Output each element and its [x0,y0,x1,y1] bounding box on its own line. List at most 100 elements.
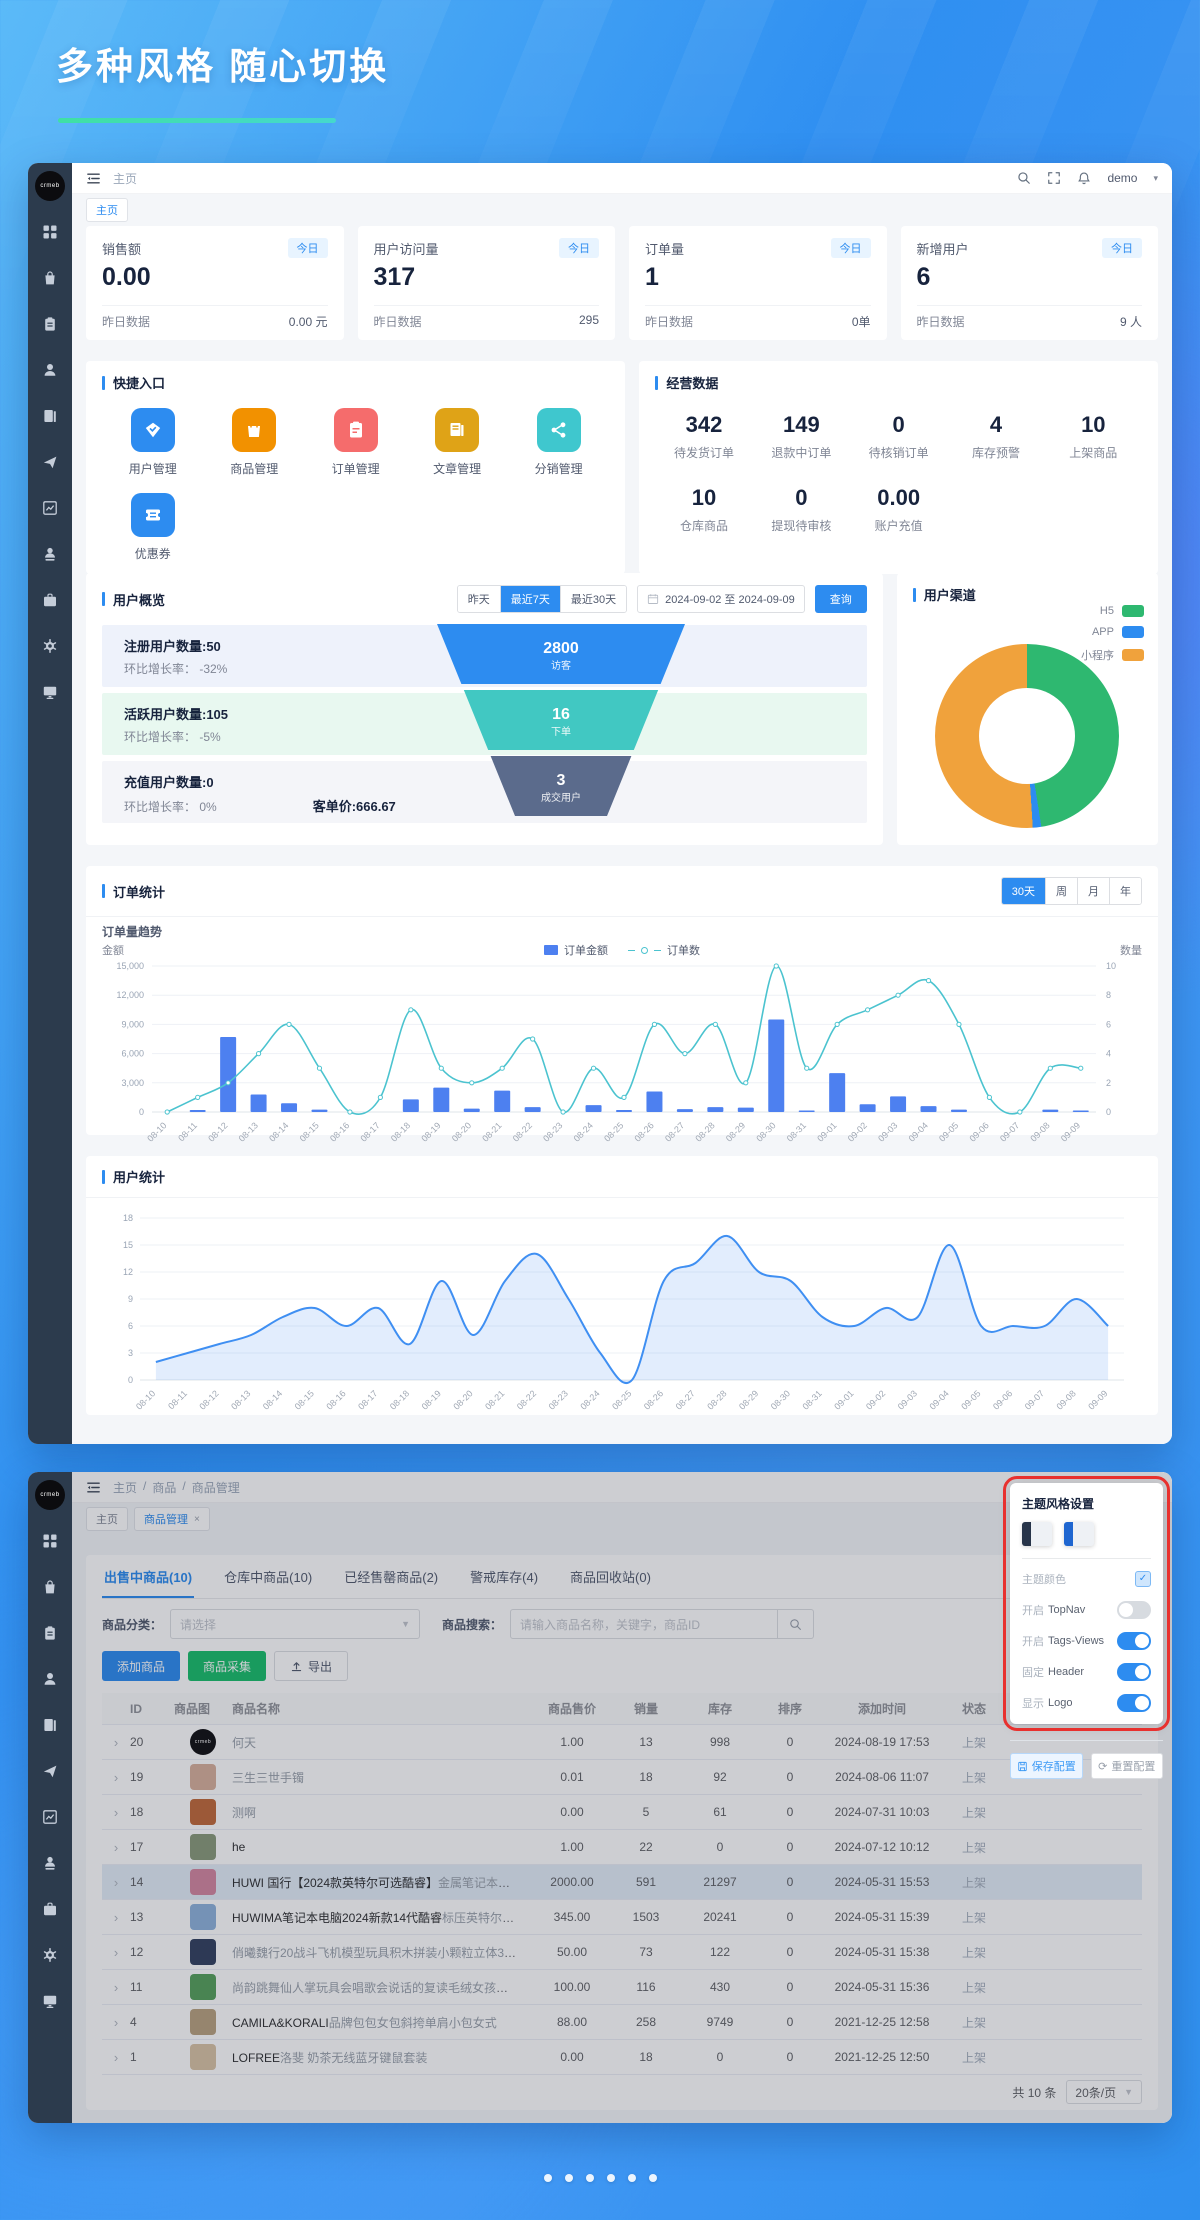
sidebar-item-settings-gear[interactable] [28,1932,72,1978]
range-button-最近7天[interactable]: 最近7天 [500,586,560,612]
range-button-昨天[interactable]: 昨天 [458,586,500,612]
query-button[interactable]: 查询 [815,585,867,613]
sidebar-item-statistics-chart[interactable] [28,1794,72,1840]
theme-style-blue-option[interactable] [1064,1522,1094,1546]
date-range-picker[interactable]: 2024-09-02 至 2024-09-09 [637,585,805,613]
svg-text:6: 6 [128,1321,133,1331]
theme-color-swatch[interactable]: ✓ [1135,1571,1151,1587]
svg-text:08-23: 08-23 [547,1388,570,1411]
sidebar-item-content-book[interactable] [28,1702,72,1748]
sidebar: crmeb [28,1472,72,2123]
search-icon[interactable] [1017,171,1031,185]
sidebar-item-order-clipboard[interactable] [28,1610,72,1656]
quick-entry-card: 快捷入口 用户管理商品管理订单管理文章管理分销管理优惠券 [86,361,625,574]
svg-text:4: 4 [1106,1049,1111,1059]
svg-text:08-10: 08-10 [145,1120,168,1143]
fullscreen-icon[interactable] [1047,171,1061,185]
range-button-30天[interactable]: 30天 [1002,878,1045,904]
carousel-dot-1[interactable] [544,2174,552,2182]
quick-entry-label: 商品管理 [230,460,278,477]
svg-text:8: 8 [1106,990,1111,1000]
sidebar-item-goods-bag[interactable] [28,255,72,301]
sidebar-item-goods-bag[interactable] [28,1564,72,1610]
theme-row-label-en: TopNav [1048,1604,1085,1616]
svg-text:16: 16 [552,706,570,723]
sidebar-item-statistics-chart[interactable] [28,485,72,531]
sidebar-item-marketing-plane[interactable] [28,1748,72,1794]
sidebar-item-dashboard-grid[interactable] [28,209,72,255]
user-menu[interactable]: demo [1107,171,1137,185]
quick-entry-label: 优惠券 [135,545,171,562]
svg-text:15: 15 [123,1240,133,1250]
sidebar-item-maintain-screen[interactable] [28,1978,72,2024]
carousel-dot-2[interactable] [565,2174,573,2182]
svg-text:09-06: 09-06 [991,1388,1014,1411]
user-overview-card: 用户概览 昨天最近7天最近30天 2024-09-02 至 2024-09-09… [86,573,883,845]
range-button-月[interactable]: 月 [1077,878,1109,904]
stat-card-0: 销售额今日0.00昨日数据0.00 元 [86,226,344,340]
tag-home[interactable]: 主页 [86,198,128,222]
carousel-dot-4[interactable] [607,2174,615,2182]
sidebar-item-content-book[interactable] [28,393,72,439]
donut-legend: H5APP小程序 [1081,605,1144,663]
svg-text:09-05: 09-05 [959,1388,982,1411]
distribution-user-icon [42,1855,58,1871]
svg-text:10: 10 [1106,961,1116,971]
stat-title: 订单量 [645,239,684,258]
toggle-Header[interactable] [1117,1663,1151,1681]
content-book-icon [42,1717,58,1733]
carousel-dot-6[interactable] [649,2174,657,2182]
range-button-周[interactable]: 周 [1045,878,1077,904]
quick-entry-订单管理[interactable]: 订单管理 [305,408,406,477]
carousel-dot-3[interactable] [586,2174,594,2182]
quick-entry-商品管理[interactable]: 商品管理 [203,408,304,477]
toggle-knob [1119,1603,1133,1617]
quick-entry-用户管理[interactable]: 用户管理 [102,408,203,477]
section-title: 用户概览 [102,590,165,609]
svg-text:09-07: 09-07 [998,1120,1021,1143]
range-button-最近30天[interactable]: 最近30天 [560,586,626,612]
menu-fold-icon[interactable] [86,171,101,186]
legend-swatch [1122,626,1144,638]
toggle-Tags-Views[interactable] [1117,1632,1151,1650]
toggle-Logo[interactable] [1117,1694,1151,1712]
reset-config-button[interactable]: ⟳重置配置 [1091,1753,1164,1779]
maintain-screen-icon [42,684,58,700]
svg-text:09-02: 09-02 [864,1388,887,1411]
quick-entry-分销管理[interactable]: 分销管理 [508,408,609,477]
carousel-dot-5[interactable] [628,2174,636,2182]
svg-text:08-25: 08-25 [602,1120,625,1143]
sidebar-item-marketing-plane[interactable] [28,439,72,485]
drawer-overlay[interactable] [72,1472,1172,2123]
range-button-年[interactable]: 年 [1109,878,1141,904]
svg-text:09-09: 09-09 [1086,1388,1109,1411]
sidebar-item-order-clipboard[interactable] [28,301,72,347]
svg-text:09-06: 09-06 [967,1120,990,1143]
sidebar-item-finance-case[interactable] [28,577,72,623]
save-config-button[interactable]: 保存配置 [1010,1753,1083,1779]
bell-icon[interactable] [1077,171,1091,185]
quick-entry-文章管理[interactable]: 文章管理 [406,408,507,477]
sidebar-item-settings-gear[interactable] [28,623,72,669]
user-trend-chart: 036912151808-1008-1108-1208-1308-1408-15… [102,1204,1142,1426]
toggle-TopNav[interactable] [1117,1601,1151,1619]
sidebar-item-distribution-user[interactable] [28,1840,72,1886]
sidebar-item-dashboard-grid[interactable] [28,1518,72,1564]
sidebar-item-user[interactable] [28,347,72,393]
stat-value: 317 [374,263,600,292]
svg-text:08-20: 08-20 [450,1120,473,1143]
theme-style-dark-option[interactable] [1022,1522,1052,1546]
top-navbar: 主页 demo ▾ [72,163,1172,194]
svg-text:0: 0 [139,1107,144,1117]
svg-text:08-31: 08-31 [785,1120,808,1143]
quick-entry-优惠券[interactable]: 优惠券 [102,493,203,562]
sidebar-item-distribution-user[interactable] [28,531,72,577]
toggle-knob [1135,1696,1149,1710]
overview-row-growth: 环比增长率： -32% [124,660,227,677]
biz-stat: 0.00账户充值 [850,485,947,534]
sidebar-item-finance-case[interactable] [28,1886,72,1932]
svg-text:09-03: 09-03 [896,1388,919,1411]
sidebar-item-maintain-screen[interactable] [28,669,72,715]
sidebar-item-user[interactable] [28,1656,72,1702]
biz-stat: 4库存预警 [947,412,1044,461]
